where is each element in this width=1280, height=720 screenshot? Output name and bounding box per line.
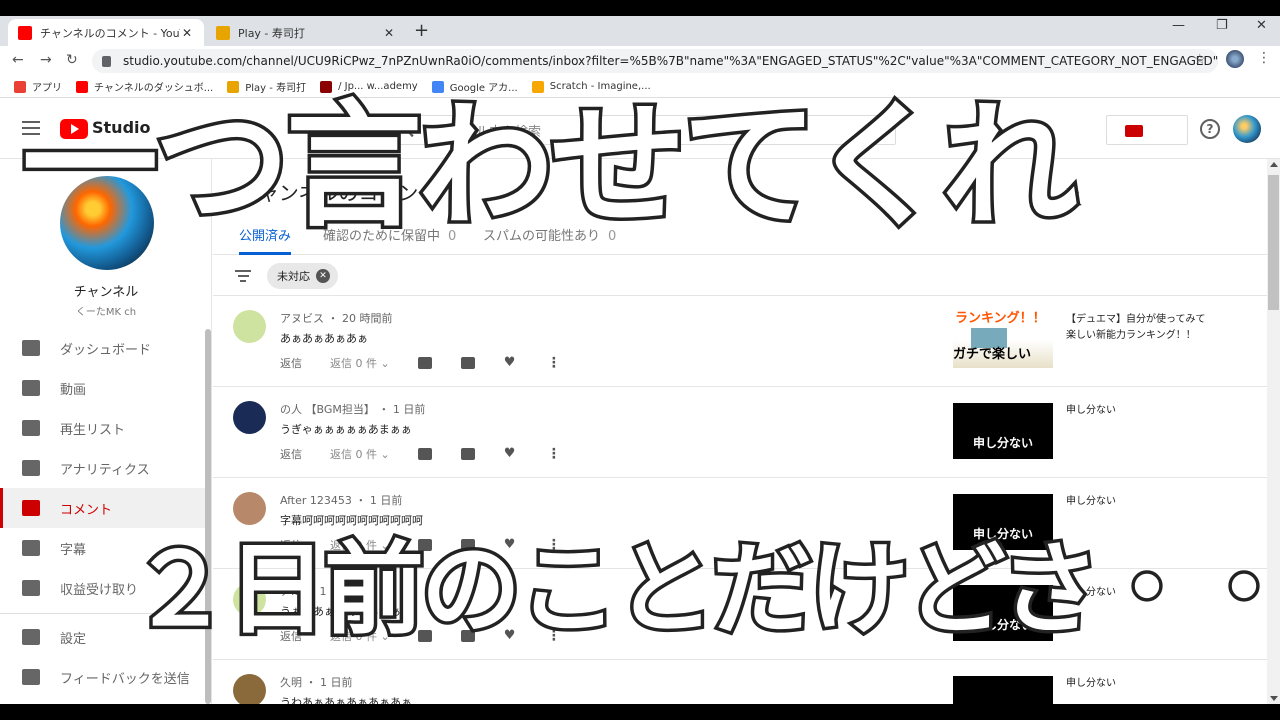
more-options-icon[interactable]: ⋮: [547, 446, 561, 462]
channel-name: チャンネル: [73, 285, 139, 300]
commenter-avatar[interactable]: [233, 401, 266, 434]
account-avatar[interactable]: [1233, 115, 1261, 143]
close-window-button[interactable]: ✕: [1256, 18, 1267, 33]
caption-bottom: ２日前のことだけどさ・・・: [127, 528, 1280, 652]
subtitles-icon: [22, 540, 40, 556]
scroll-down-arrow-icon[interactable]: [1270, 696, 1278, 701]
commenter-avatar[interactable]: [233, 674, 266, 704]
video-icon: [22, 380, 40, 396]
comment-author[interactable]: アヌビス ・ 20 時間前: [280, 310, 393, 326]
bookmark-star-icon[interactable]: ☆: [1193, 52, 1206, 68]
tab-close-icon[interactable]: ✕: [382, 26, 396, 40]
video-title[interactable]: 申し分ない: [1066, 403, 1206, 419]
replies-toggle[interactable]: 返信 0 件 ⌄: [330, 446, 390, 462]
comment-text: あぁあぁあぁあぁ: [280, 332, 368, 345]
filter-icon[interactable]: [235, 270, 251, 282]
scrollbar-thumb[interactable]: [1268, 175, 1279, 310]
comment-row: 久明 ・ 1 日前うわあぁあぁあぁあぁあぁ返信返信 0 件 ⌄♥⋮申し分ない: [213, 660, 1267, 704]
sidebar-item-feedback[interactable]: フィードバックを送信: [0, 657, 205, 697]
comment-icon: [22, 500, 40, 516]
browser-menu-icon[interactable]: ⋮: [1257, 50, 1271, 66]
sidebar-item-dashboard[interactable]: ダッシュボード: [0, 328, 205, 368]
video-thumbnail[interactable]: 申し分ない: [953, 403, 1053, 459]
minimize-button[interactable]: —: [1172, 18, 1185, 33]
reply-button[interactable]: 返信: [280, 446, 302, 462]
gear-icon: [22, 629, 40, 645]
video-title[interactable]: 申し分ない: [1066, 676, 1206, 692]
analytics-icon: [22, 460, 40, 476]
more-options-icon[interactable]: ⋮: [547, 355, 561, 371]
thumbnail-text: ランキング！！: [955, 311, 1046, 326]
comment-text: うぎゃぁぁぁぁぁあまぁぁ: [280, 423, 412, 436]
tab-close-icon[interactable]: ✕: [180, 26, 194, 40]
scroll-up-arrow-icon[interactable]: [1270, 162, 1278, 167]
tab-title: チャンネルのコメント - YouTube Studio: [40, 26, 180, 40]
letterbox-bottom: [0, 704, 1280, 720]
create-button[interactable]: [1106, 115, 1188, 145]
tab-title: Play - 寿司打: [238, 26, 305, 40]
video-title[interactable]: 【デュエマ】自分が使ってみて楽しい新能力ランキング！！: [1066, 312, 1206, 344]
thumbnail-image: [971, 328, 1007, 348]
sushida-favicon-icon: [216, 25, 230, 40]
comment-author[interactable]: After 123453 ・ 1 日前: [280, 492, 402, 508]
channel-handle: くーたMK ch: [75, 307, 137, 318]
thumbnail-subtext: ガチで楽しい: [953, 347, 1032, 362]
comment-row: アヌビス ・ 20 時間前 あぁあぁあぁあぁ 返信 返信 0 件 ⌄ ♥ ⋮ ランキング！！…: [213, 296, 1267, 387]
video-thumbnail[interactable]: [953, 676, 1053, 704]
sidebar-item-analytics[interactable]: アナリティクス: [0, 448, 205, 488]
heart-icon[interactable]: ♥: [504, 356, 517, 369]
thumbs-up-icon[interactable]: [417, 448, 432, 460]
filter-chip-unresponded[interactable]: 未対応 ✕: [267, 263, 338, 289]
youtube-favicon-icon: [18, 25, 32, 40]
thumbs-up-icon[interactable]: [417, 357, 432, 369]
commenter-avatar[interactable]: [233, 310, 266, 343]
caption-top: 一つ言わせてくれ: [19, 85, 1082, 250]
sidebar-item-playlists[interactable]: 再生リスト: [0, 408, 205, 448]
comment-text: うわあぁあぁあぁあぁあぁ: [280, 696, 412, 704]
tab-sushida[interactable]: Play - 寿司打 ✕: [206, 19, 406, 46]
feedback-icon: [22, 669, 40, 685]
sidebar-item-videos[interactable]: 動画: [0, 368, 205, 408]
replies-toggle[interactable]: 返信 0 件 ⌄: [330, 355, 390, 371]
thumbs-down-icon[interactable]: [460, 448, 475, 460]
new-tab-button[interactable]: +: [414, 20, 429, 41]
comment-row: の人 【BGM担当】 ・ 1 日前 うぎゃぁぁぁぁぁあまぁぁ 返信 返信 0 件 ⌄ ♥…: [213, 387, 1267, 478]
comment-actions: 返信 返信 0 件 ⌄ ♥ ⋮: [280, 354, 561, 372]
thumbnail-text: 申し分ない: [972, 436, 1033, 450]
reply-button[interactable]: 返信: [280, 355, 302, 371]
browser-profile-avatar[interactable]: [1226, 50, 1244, 68]
dollar-icon: [22, 580, 40, 596]
browser-tab-strip: チャンネルのコメント - YouTube Studio ✕ Play - 寿司打…: [0, 16, 1280, 46]
comment-actions: 返信 返信 0 件 ⌄ ♥ ⋮: [280, 445, 561, 463]
dashboard-icon: [22, 340, 40, 356]
video-camera-icon: [1125, 125, 1143, 137]
heart-icon[interactable]: ♥: [504, 447, 517, 460]
chip-close-icon[interactable]: ✕: [316, 269, 330, 283]
video-thumbnail[interactable]: ランキング！！ ガチで楽しい: [953, 312, 1053, 368]
filter-bar: 未対応 ✕: [213, 256, 1267, 296]
letterbox-top: [0, 0, 1280, 16]
help-icon[interactable]: ?: [1200, 119, 1220, 139]
comment-author[interactable]: 久明 ・ 1 日前: [280, 674, 353, 690]
screen: チャンネルのコメント - YouTube Studio ✕ Play - 寿司打…: [0, 0, 1280, 720]
maximize-button[interactable]: ❐: [1216, 18, 1228, 33]
tab-youtube-studio[interactable]: チャンネルのコメント - YouTube Studio ✕: [8, 19, 204, 46]
thumbs-down-icon[interactable]: [460, 357, 475, 369]
playlist-icon: [22, 420, 40, 436]
comment-author[interactable]: の人 【BGM担当】 ・ 1 日前: [280, 401, 425, 417]
